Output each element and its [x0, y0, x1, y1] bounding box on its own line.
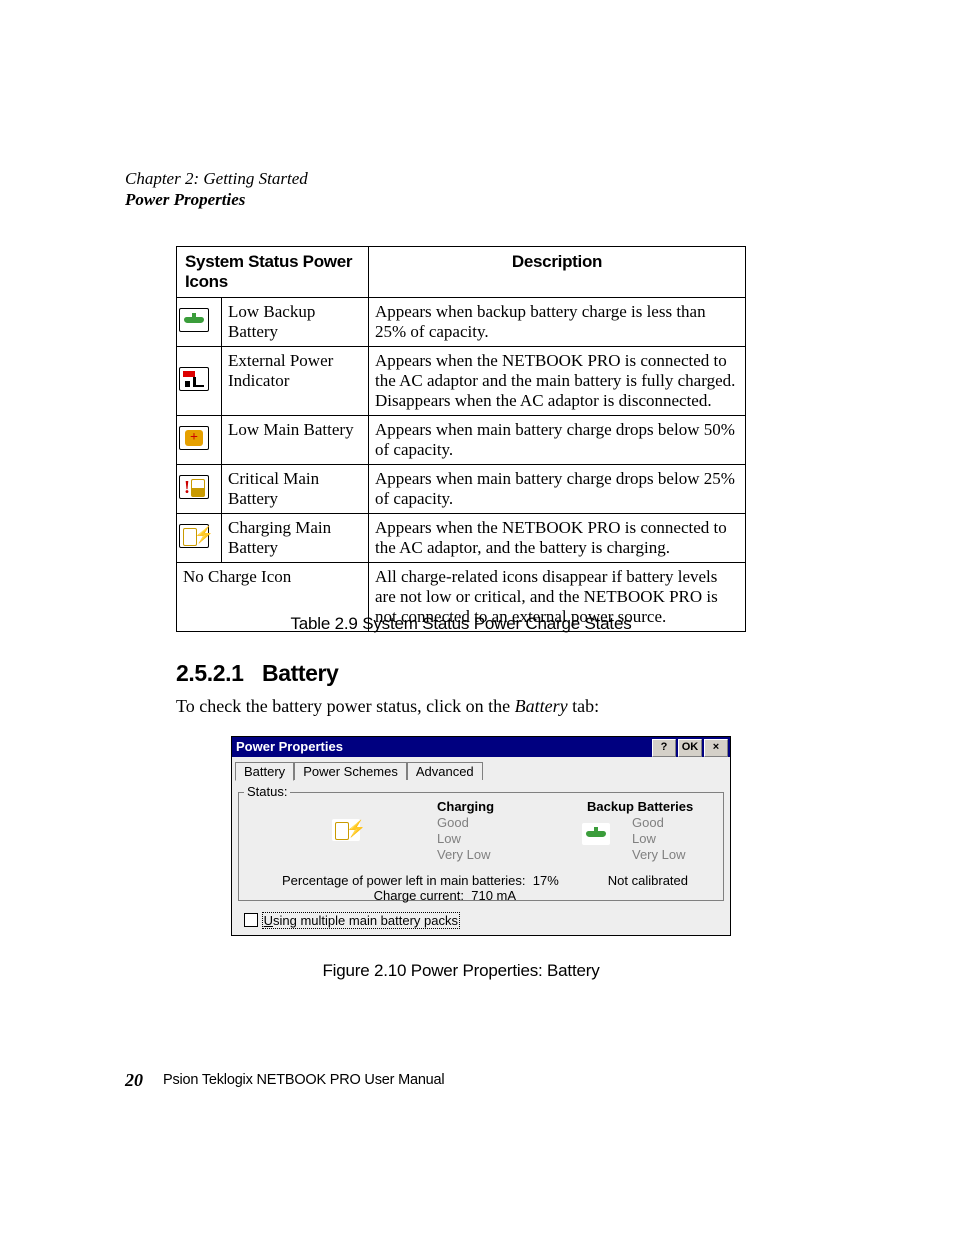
table-row: Charging Main Battery Appears when the N…	[177, 514, 746, 563]
status-icons-table: System Status Power Icons Description Lo…	[176, 246, 746, 632]
main-battery-status-icon	[332, 819, 360, 844]
main-state-low: Low	[437, 831, 597, 847]
table-row: External Power Indicator Appears when th…	[177, 347, 746, 416]
row-label: Critical Main Battery	[222, 465, 369, 514]
row-label: Low Main Battery	[222, 416, 369, 465]
status-group-label: Status:	[244, 784, 290, 799]
charging-main-battery-icon	[179, 524, 209, 548]
dialog-titlebar: Power Properties ? OK ×	[232, 737, 730, 757]
charging-heading: Charging	[437, 799, 597, 815]
body-post: tab:	[568, 696, 600, 716]
pct-value: 17%	[533, 873, 559, 888]
table-row: Critical Main Battery Appears when main …	[177, 465, 746, 514]
row-desc: Appears when backup battery charge is le…	[369, 298, 746, 347]
footer-doc-title: Psion Teklogix NETBOOK PRO User Manual	[163, 1072, 444, 1088]
ok-button[interactable]: OK	[678, 739, 702, 757]
backup-battery-column: Good Low Very Low	[632, 799, 792, 863]
section-title: Battery	[262, 660, 338, 687]
help-button[interactable]: ?	[652, 739, 676, 757]
row-desc: Appears when main battery charge drops b…	[369, 416, 746, 465]
row-label: Charging Main Battery	[222, 514, 369, 563]
page-number: 20	[125, 1070, 143, 1091]
low-main-battery-icon	[179, 426, 209, 450]
table-row: Low Backup Battery Appears when backup b…	[177, 298, 746, 347]
external-power-icon	[179, 367, 209, 391]
tab-battery[interactable]: Battery	[235, 762, 294, 781]
table-row: Low Main Battery Appears when main batte…	[177, 416, 746, 465]
power-properties-dialog: Power Properties ? OK × BatteryPower Sch…	[231, 736, 731, 936]
main-state-good: Good	[437, 815, 597, 831]
row-desc: Appears when main battery charge drops b…	[369, 465, 746, 514]
multiple-packs-checkbox[interactable]	[244, 913, 258, 927]
row-label: Low Backup Battery	[222, 298, 369, 347]
battery-info-lines: Percentage of power left in main batteri…	[282, 873, 720, 903]
tab-power-schemes[interactable]: Power Schemes	[294, 762, 407, 780]
chapter-label: Chapter 2: Getting Started	[125, 169, 308, 188]
cur-label: Charge current:	[282, 888, 464, 903]
row-label: External Power Indicator	[222, 347, 369, 416]
pct-label: Percentage of power left in main batteri…	[282, 873, 526, 888]
figure-caption: Figure 2.10 Power Properties: Battery	[176, 961, 746, 981]
multiple-packs-row: Using multiple main battery packs	[244, 912, 460, 929]
tab-advanced[interactable]: Advanced	[407, 762, 483, 780]
backup-state-very-low: Very Low	[632, 847, 792, 863]
dialog-tabs: BatteryPower SchemesAdvanced	[235, 761, 483, 781]
low-backup-battery-icon	[179, 308, 209, 332]
main-state-very-low: Very Low	[437, 847, 597, 863]
running-head: Chapter 2: Getting Started Power Propert…	[125, 168, 308, 211]
backup-state-low: Low	[632, 831, 792, 847]
body-text: To check the battery power status, click…	[176, 696, 599, 717]
not-calibrated: Not calibrated	[608, 873, 688, 888]
row-desc: Appears when the NETBOOK PRO is connecte…	[369, 514, 746, 563]
row-desc: Appears when the NETBOOK PRO is connecte…	[369, 347, 746, 416]
col-head-desc: Description	[369, 247, 746, 298]
section-label: Power Properties	[125, 190, 245, 209]
critical-main-battery-icon	[179, 475, 209, 499]
section-number: 2.5.2.1	[176, 660, 244, 687]
body-em: Battery	[515, 696, 568, 716]
backup-state-good: Good	[632, 815, 792, 831]
close-button[interactable]: ×	[704, 739, 728, 757]
body-pre: To check the battery power status, click…	[176, 696, 515, 716]
dialog-title: Power Properties	[236, 737, 343, 757]
col-head-icons: System Status Power Icons	[177, 247, 369, 298]
main-battery-column: Charging Good Low Very Low	[437, 799, 597, 863]
table-caption: Table 2.9 System Status Power Charge Sta…	[176, 614, 746, 634]
page: Chapter 2: Getting Started Power Propert…	[0, 0, 954, 1235]
cur-value: 710 mA	[471, 888, 516, 903]
multiple-packs-label[interactable]: Using multiple main battery packs	[262, 912, 460, 929]
